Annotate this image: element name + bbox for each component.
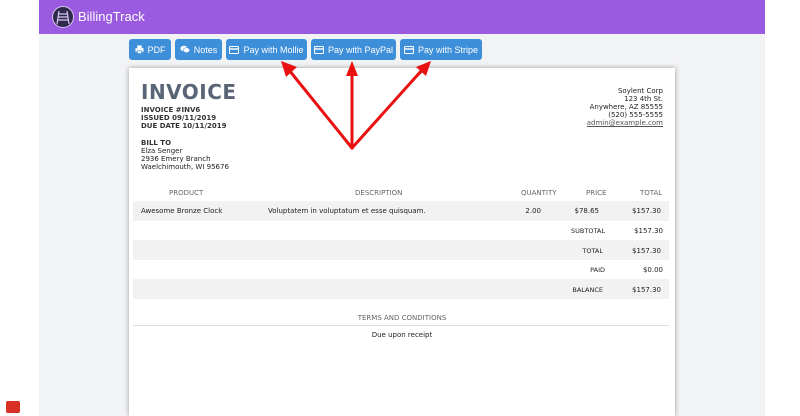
column-header-quantity: QUANTITY [521, 189, 557, 197]
column-header-price: PRICE [586, 189, 607, 197]
bill-to-label: BILL TO [141, 139, 172, 147]
total-row: TOTAL $157.30 [133, 240, 669, 260]
item-quantity: 2.00 [525, 207, 541, 215]
customer-name: Elza Senger [141, 147, 183, 155]
pdf-button-label: PDF [147, 44, 166, 55]
total-value: $157.30 [632, 247, 661, 255]
subtotal-value: $157.30 [634, 227, 663, 235]
terms-divider [133, 325, 669, 326]
company-email-link[interactable]: admin@example.com [587, 119, 663, 127]
debugbar-icon[interactable] [6, 401, 20, 413]
app-brand[interactable]: BillingTrack [78, 9, 145, 24]
invoice-issued-date: ISSUED 09/11/2019 [141, 114, 217, 122]
credit-card-icon [313, 45, 324, 54]
invoice-number: INVOICE #INV6 [141, 106, 201, 114]
pay-paypal-label: Pay with PayPal [327, 44, 394, 55]
item-product: Awesome Bronze Clock [141, 207, 223, 215]
company-name: Soylent Corp [617, 87, 663, 95]
paid-label: PAID [590, 266, 605, 274]
terms-text: Due upon receipt [371, 331, 433, 339]
comments-icon [180, 45, 190, 53]
item-price: $78.65 [574, 207, 600, 215]
credit-card-icon [229, 45, 240, 54]
pay-stripe-label: Pay with Stripe [417, 44, 479, 55]
app-logo[interactable] [52, 6, 74, 28]
ladder-logo-icon [56, 10, 70, 25]
column-header-total: TOTAL [640, 189, 663, 197]
pdf-button[interactable]: PDF [129, 39, 171, 60]
invoice-title: INVOICE [141, 80, 237, 104]
balance-value: $157.30 [632, 286, 661, 294]
item-total: $157.30 [632, 207, 661, 215]
balance-label: BALANCE [572, 286, 603, 294]
customer-street: 2936 Emery Branch [141, 155, 211, 163]
customer-city: Waelchimouth, WI 95676 [141, 163, 229, 171]
navbar: BillingTrack [39, 0, 765, 34]
pay-mollie-label: Pay with Mollie [243, 44, 304, 55]
pay-mollie-button[interactable]: Pay with Mollie [226, 39, 307, 60]
item-description: Voluptatem in voluptatum et esse quisqua… [268, 207, 426, 215]
notes-button[interactable]: Notes [175, 39, 222, 60]
column-header-product: PRODUCT [169, 189, 204, 197]
table-row: Awesome Bronze Clock Voluptatem in volup… [133, 201, 669, 221]
company-phone: (520) 555-5555 [608, 111, 663, 119]
total-label: TOTAL [582, 247, 603, 255]
credit-card-icon [403, 45, 414, 54]
company-city: Anywhere, AZ 85555 [589, 103, 663, 111]
pay-stripe-button[interactable]: Pay with Stripe [400, 39, 482, 60]
balance-row: BALANCE $157.30 [133, 279, 669, 299]
notes-button-label: Notes [193, 44, 218, 55]
pay-paypal-button[interactable]: Pay with PayPal [311, 39, 396, 60]
column-header-description: DESCRIPTION [355, 189, 403, 197]
terms-heading: TERMS AND CONDITIONS [357, 314, 447, 322]
invoice-due-date: DUE DATE 10/11/2019 [141, 122, 227, 130]
company-street: 123 4th St. [624, 95, 663, 103]
print-icon [134, 45, 144, 54]
subtotal-label: SUBTOTAL [571, 227, 605, 235]
invoice-document: INVOICE INVOICE #INV6 ISSUED 09/11/2019 … [129, 68, 675, 416]
paid-value: $0.00 [642, 266, 663, 274]
